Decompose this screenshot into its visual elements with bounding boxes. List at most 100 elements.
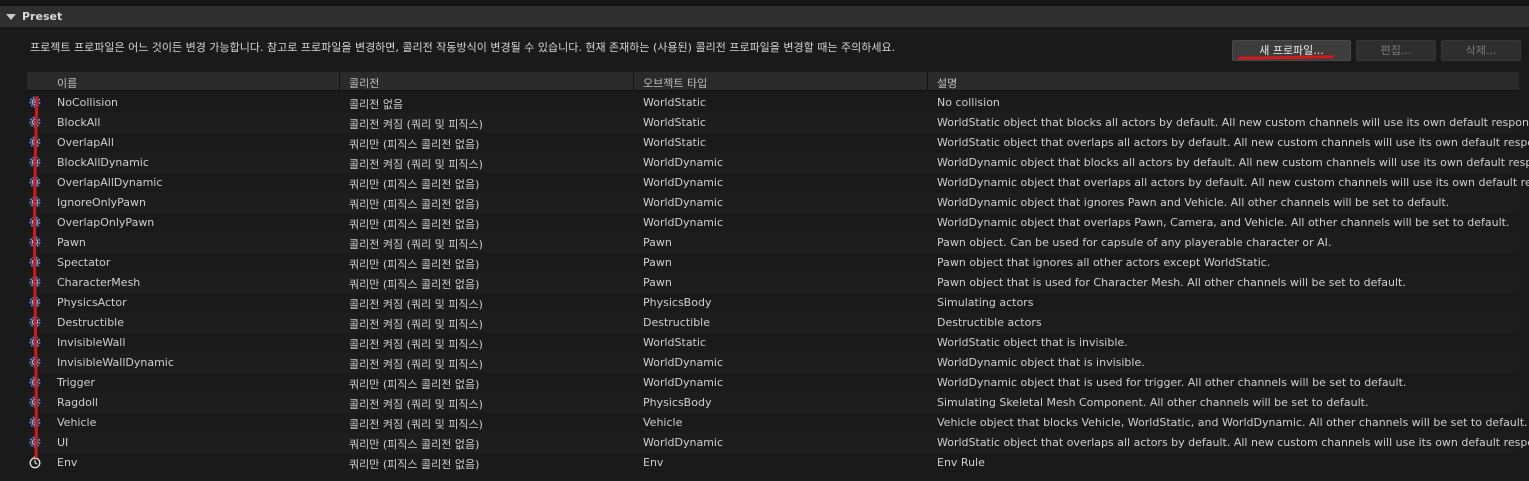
gear-icon (28, 335, 42, 349)
table-row[interactable]: OverlapAll 쿼리만 (피직스 콜리전 없음) WorldStatic Wor… (27, 133, 1529, 153)
row-collision: 쿼리만 (피직스 콜리전 없음) (349, 378, 480, 391)
table-row[interactable]: InvisibleWall 콜리전 켜짐 (쿼리 및 피직스) WorldStati… (27, 333, 1519, 353)
row-name: NoCollision (57, 96, 119, 109)
row-collision: 콜리전 켜짐 (쿼리 및 피직스) (349, 318, 483, 331)
row-collision: 콜리전 켜짐 (쿼리 및 피직스) (349, 338, 483, 351)
row-description: Env Rule (937, 456, 985, 469)
table-row[interactable]: NoCollision 콜리전 없음 WorldStatic No collision (27, 93, 1519, 113)
table-row[interactable]: OverlapAllDynamic 쿼리만 (피직스 콜리전 없음) WorldDy… (27, 173, 1529, 193)
row-name: InvisibleWall (57, 336, 126, 349)
row-name: Trigger (57, 376, 95, 389)
row-collision: 쿼리만 (피직스 콜리전 없음) (349, 258, 480, 271)
row-description: WorldDynamic object that is used for tri… (937, 376, 1407, 389)
collapse-triangle-icon[interactable] (6, 13, 16, 20)
row-collision: 쿼리만 (피직스 콜리전 없음) (349, 438, 480, 451)
row-object-type: Vehicle (643, 416, 683, 429)
table-row[interactable]: Vehicle 콜리전 켜짐 (쿼리 및 피직스) Vehicle Vehicle o… (27, 413, 1528, 433)
row-description: Vehicle object that blocks Vehicle, Worl… (937, 416, 1528, 429)
column-header-name[interactable]: 이름 (57, 75, 77, 91)
row-name: CharacterMesh (57, 276, 141, 289)
profile-table: 이름 콜리전 오브젝트 타입 설명 NoCollision 콜리전 없음 World… (27, 72, 1529, 474)
table-row[interactable]: BlockAllDynamic 콜리전 켜짐 (쿼리 및 피직스) WorldDyn… (27, 153, 1529, 173)
row-collision: 콜리전 켜짐 (쿼리 및 피직스) (349, 358, 483, 371)
gear-icon (28, 395, 42, 409)
table-row[interactable]: UI 쿼리만 (피직스 콜리전 없음) WorldDynamic WorldStati… (27, 433, 1529, 453)
row-collision: 콜리전 켜짐 (쿼리 및 피직스) (349, 398, 483, 411)
row-name: OverlapOnlyPawn (57, 216, 155, 229)
gear-icon (28, 375, 42, 389)
row-collision: 쿼리만 (피직스 콜리전 없음) (349, 178, 480, 191)
row-collision: 콜리전 켜짐 (쿼리 및 피직스) (349, 158, 483, 171)
table-row[interactable]: Env 쿼리만 (피직스 콜리전 없음) Env Env Rule (27, 453, 1519, 473)
table-row[interactable]: OverlapOnlyPawn 쿼리만 (피직스 콜리전 없음) WorldDyna… (27, 213, 1519, 233)
gear-icon (28, 275, 42, 289)
preset-section-header[interactable]: Preset (0, 6, 1529, 28)
table-row[interactable]: IgnoreOnlyPawn 쿼리만 (피직스 콜리전 없음) WorldDynam… (27, 193, 1519, 213)
row-description: WorldDynamic object that overlaps Pawn, … (937, 216, 1510, 229)
column-separator[interactable] (927, 72, 928, 91)
row-collision: 쿼리만 (피직스 콜리전 없음) (349, 198, 480, 211)
row-collision: 콜리전 없음 (349, 98, 404, 111)
row-name: InvisibleWallDynamic (57, 356, 174, 369)
gear-icon (28, 95, 42, 109)
row-name: OverlapAll (57, 136, 114, 149)
row-name: PhysicsActor (57, 296, 127, 309)
row-description: WorldDynamic object that ignores Pawn an… (937, 196, 1450, 209)
row-description: Pawn object that is used for Character M… (937, 276, 1406, 289)
row-object-type: WorldDynamic (643, 156, 724, 169)
column-header-description[interactable]: 설명 (937, 75, 957, 91)
row-collision: 콜리전 켜짐 (쿼리 및 피직스) (349, 418, 483, 431)
delete-button[interactable]: 삭제... (1441, 40, 1521, 61)
gear-icon (28, 255, 42, 269)
gear-icon (28, 175, 42, 189)
row-object-type: WorldDynamic (643, 216, 724, 229)
row-collision: 쿼리만 (피직스 콜리전 없음) (349, 218, 480, 231)
row-object-type: PhysicsBody (643, 396, 712, 409)
table-row[interactable]: Trigger 쿼리만 (피직스 콜리전 없음) WorldDynamic World… (27, 373, 1519, 393)
column-separator[interactable] (633, 72, 634, 91)
gear-icon (28, 115, 42, 129)
edit-button[interactable]: 편집... (1356, 40, 1436, 61)
preset-description: 프로젝트 프로파일은 어느 것이든 변경 가능합니다. 참고로 프로파일을 변경… (30, 41, 896, 54)
row-description: WorldStatic object that blocks all actor… (937, 116, 1529, 129)
row-name: BlockAll (57, 116, 101, 129)
column-separator[interactable] (339, 72, 340, 91)
row-name: Ragdoll (57, 396, 98, 409)
table-body: NoCollision 콜리전 없음 WorldStatic No collision… (27, 93, 1529, 473)
row-description: No collision (937, 96, 1000, 109)
table-row[interactable]: PhysicsActor 콜리전 켜짐 (쿼리 및 피직스) PhysicsBody… (27, 293, 1519, 313)
row-description: Pawn object that ignores all other actor… (937, 256, 1271, 269)
row-object-type: WorldStatic (643, 96, 706, 109)
row-description: Simulating actors (937, 296, 1034, 309)
row-object-type: Env (643, 456, 664, 469)
row-object-type: WorldStatic (643, 116, 706, 129)
table-row[interactable]: CharacterMesh 쿼리만 (피직스 콜리전 없음) Pawn Pawn ob… (27, 273, 1519, 293)
row-description: WorldDynamic object that blocks all acto… (937, 156, 1529, 169)
table-row[interactable]: Destructible 콜리전 켜짐 (쿼리 및 피직스) Destructibl… (27, 313, 1519, 333)
row-object-type: Pawn (643, 276, 672, 289)
row-description: WorldStatic object that is invisible. (937, 336, 1128, 349)
row-collision: 콜리전 켜짐 (쿼리 및 피직스) (349, 298, 483, 311)
row-name: BlockAllDynamic (57, 156, 149, 169)
row-name: Pawn (57, 236, 86, 249)
gear-icon (28, 235, 42, 249)
row-description: WorldDynamic object that is invisible. (937, 356, 1145, 369)
table-row[interactable]: Ragdoll 콜리전 켜짐 (쿼리 및 피직스) PhysicsBody Simul… (27, 393, 1519, 413)
row-object-type: Pawn (643, 256, 672, 269)
row-object-type: WorldDynamic (643, 356, 724, 369)
table-row[interactable]: Spectator 쿼리만 (피직스 콜리전 없음) Pawn Pawn object… (27, 253, 1519, 273)
section-title: Preset (22, 10, 63, 23)
column-header-collision[interactable]: 콜리전 (349, 75, 379, 91)
gear-icon (28, 155, 42, 169)
row-collision: 쿼리만 (피직스 콜리전 없음) (349, 278, 480, 291)
table-row[interactable]: Pawn 콜리전 켜짐 (쿼리 및 피직스) Pawn Pawn object. Ca… (27, 233, 1519, 253)
gear-icon (28, 215, 42, 229)
table-row[interactable]: InvisibleWallDynamic 콜리전 켜짐 (쿼리 및 피직스) Wor… (27, 353, 1519, 373)
table-row[interactable]: BlockAll 콜리전 켜짐 (쿼리 및 피직스) WorldStatic Worl… (27, 113, 1529, 133)
gear-icon (28, 415, 42, 429)
column-header-object-type[interactable]: 오브젝트 타입 (643, 75, 707, 91)
gear-icon (28, 435, 42, 449)
gear-icon (28, 295, 42, 309)
row-description: WorldStatic object that overlaps all act… (937, 436, 1529, 449)
row-name: Spectator (57, 256, 111, 269)
